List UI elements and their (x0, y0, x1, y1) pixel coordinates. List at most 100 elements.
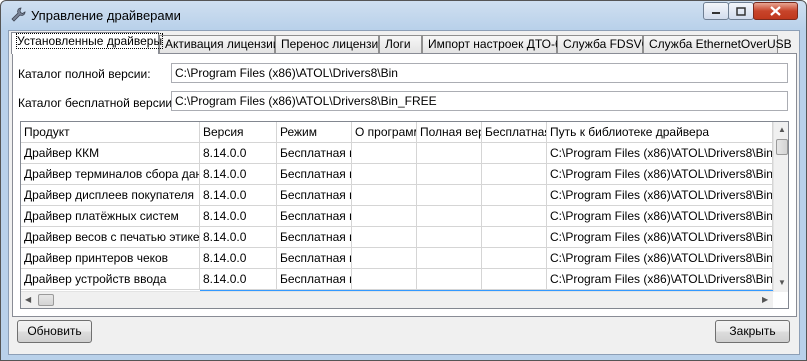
cell-about[interactable] (352, 185, 417, 206)
maximize-button[interactable] (728, 2, 754, 20)
table-row[interactable]: Драйвер платёжных систем 8.14.0.0 Беспла… (21, 206, 773, 227)
catalog-free-field[interactable]: C:\Program Files (x86)\ATOL\Drivers8\Bin… (171, 91, 788, 111)
scroll-right-icon[interactable]: ▶ (762, 295, 768, 304)
minimize-icon (712, 12, 720, 14)
cell-version: 8.14.0.0 (200, 164, 277, 185)
scroll-left-icon[interactable]: ◀ (25, 295, 31, 304)
cell-about[interactable] (352, 164, 417, 185)
column-header-mode[interactable]: Режим (277, 122, 352, 143)
cell-mode: Бесплатная версия (277, 164, 352, 185)
cell-mode: Бесплатная версия (277, 248, 352, 269)
cell-version: 8.14.0.0 (200, 206, 277, 227)
cell-version: 8.14.0.0 (200, 143, 277, 164)
cell-full-version[interactable] (417, 185, 482, 206)
cell-mode: Бесплатная версия (277, 269, 352, 290)
cell-free[interactable] (482, 227, 547, 248)
cell-full-version[interactable] (417, 206, 482, 227)
close-button[interactable]: Закрыть (715, 320, 790, 343)
cell-version: 8.14.0.0 (200, 185, 277, 206)
cell-free[interactable] (482, 185, 547, 206)
minimize-button[interactable] (703, 2, 729, 20)
cell-full-version[interactable] (417, 164, 482, 185)
cell-about[interactable] (352, 227, 417, 248)
cell-about[interactable] (352, 269, 417, 290)
refresh-button[interactable]: Обновить (17, 320, 92, 343)
cell-mode: Бесплатная версия (277, 206, 352, 227)
tab-license-activation[interactable]: Активация лицензии (159, 35, 280, 53)
cell-product: Драйвер ККМ (21, 143, 200, 164)
tab-logs[interactable]: Логи (379, 35, 422, 53)
tab-strip: Установленные драйверы Активация лицензи… (9, 31, 799, 54)
vertical-scroll-thumb[interactable] (776, 139, 788, 155)
column-header-full-version[interactable]: Полная версия (417, 122, 482, 143)
close-window-button[interactable] (753, 2, 798, 20)
cell-free[interactable] (482, 164, 547, 185)
title-bar[interactable]: Управление драйверами (1, 1, 806, 31)
cell-library-path: C:\Program Files (x86)\ATOL\Drivers8\Bin… (547, 206, 773, 227)
table-row[interactable]: Драйвер дисплеев покупателя 8.14.0.0 Бес… (21, 185, 773, 206)
catalog-full-label: Каталог полной версии: (18, 67, 151, 81)
cell-full-version[interactable] (417, 227, 482, 248)
close-icon (770, 6, 781, 16)
column-header-product[interactable]: Продукт (21, 122, 200, 143)
table-body: Драйвер ККМ 8.14.0.0 Бесплатная версия C… (21, 143, 773, 291)
cell-product: Драйвер весов с печатью этикеток (21, 227, 200, 248)
table-row[interactable]: Драйвер устройств ввода 8.14.0.0 Бесплат… (21, 269, 773, 290)
cell-product: Драйвер дисплеев покупателя (21, 185, 200, 206)
cell-library-path: C:\Program Files (x86)\ATOL\Drivers8\Bin… (547, 164, 773, 185)
scroll-down-icon[interactable]: ▼ (778, 278, 786, 287)
table-row[interactable]: Драйвер принтеров чеков 8.14.0.0 Бесплат… (21, 248, 773, 269)
cell-full-version[interactable] (417, 269, 482, 290)
cell-library-path: C:\Program Files (x86)\ATOL\Drivers8\Bin… (547, 143, 773, 164)
cell-version: 8.14.0.0 (200, 269, 277, 290)
cell-library-path: C:\Program Files (x86)\ATOL\Drivers8\Bin… (547, 227, 773, 248)
maximize-icon (736, 6, 746, 16)
vertical-scrollbar[interactable]: ▲ ▼ (773, 122, 788, 292)
catalog-free-label: Каталог бесплатной версии: (18, 96, 176, 110)
driver-manager-window: Управление драйверами Установленные драй… (0, 0, 807, 361)
horizontal-scrollbar[interactable]: ◀ ▶ (21, 291, 773, 308)
cell-about[interactable] (352, 248, 417, 269)
cell-free[interactable] (482, 143, 547, 164)
column-header-version[interactable]: Версия (200, 122, 277, 143)
tab-ethernet-over-usb[interactable]: Служба EthernetOverUSB (643, 35, 792, 53)
catalog-full-field[interactable]: C:\Program Files (x86)\ATOL\Drivers8\Bin (171, 63, 788, 83)
cell-free[interactable] (482, 248, 547, 269)
cell-product: Драйвер терминалов сбора данных (21, 164, 200, 185)
cell-product: Драйвер устройств ввода (21, 269, 200, 290)
installed-drivers-panel: Каталог полной версии: C:\Program Files … (12, 53, 797, 317)
window-title: Управление драйверами (31, 8, 181, 23)
horizontal-scroll-thumb[interactable] (38, 294, 54, 306)
client-area: Установленные драйверы Активация лицензи… (8, 30, 800, 355)
tab-installed-drivers[interactable]: Установленные драйверы (11, 32, 164, 54)
cell-about[interactable] (352, 206, 417, 227)
cell-mode: Бесплатная версия (277, 227, 352, 248)
wrench-icon (11, 7, 26, 22)
column-header-library-path[interactable]: Путь к библиотеке драйвера (547, 122, 773, 143)
drivers-table[interactable]: Продукт Версия Режим О программе Полная … (20, 121, 789, 309)
cell-mode: Бесплатная версия (277, 143, 352, 164)
column-header-about[interactable]: О программе (352, 122, 417, 143)
cell-free[interactable] (482, 206, 547, 227)
cell-free[interactable] (482, 269, 547, 290)
cell-product: Драйвер платёжных систем (21, 206, 200, 227)
tab-license-transfer[interactable]: Перенос лицензии (275, 35, 385, 53)
table-header: Продукт Версия Режим О программе Полная … (21, 122, 788, 144)
table-row[interactable]: Драйвер ККМ 8.14.0.0 Бесплатная версия C… (21, 143, 773, 164)
scroll-up-icon[interactable]: ▲ (778, 125, 786, 134)
cell-version: 8.14.0.0 (200, 248, 277, 269)
column-header-free[interactable]: Бесплатная (482, 122, 547, 143)
cell-library-path: C:\Program Files (x86)\ATOL\Drivers8\Bin… (547, 269, 773, 290)
cell-version: 8.14.0.0 (200, 227, 277, 248)
cell-product: Драйвер принтеров чеков (21, 248, 200, 269)
cell-library-path: C:\Program Files (x86)\ATOL\Drivers8\Bin… (547, 185, 773, 206)
cell-mode: Бесплатная версия (277, 185, 352, 206)
cell-full-version[interactable] (417, 248, 482, 269)
cell-library-path: C:\Program Files (x86)\ATOL\Drivers8\Bin… (547, 248, 773, 269)
cell-about[interactable] (352, 143, 417, 164)
tab-import-dto6[interactable]: Импорт настроек ДТО-6 (422, 35, 562, 53)
tab-fdsvc[interactable]: Служба FDSVC (557, 35, 650, 53)
table-row[interactable]: Драйвер весов с печатью этикеток 8.14.0.… (21, 227, 773, 248)
cell-full-version[interactable] (417, 143, 482, 164)
table-row[interactable]: Драйвер терминалов сбора данных 8.14.0.0… (21, 164, 773, 185)
